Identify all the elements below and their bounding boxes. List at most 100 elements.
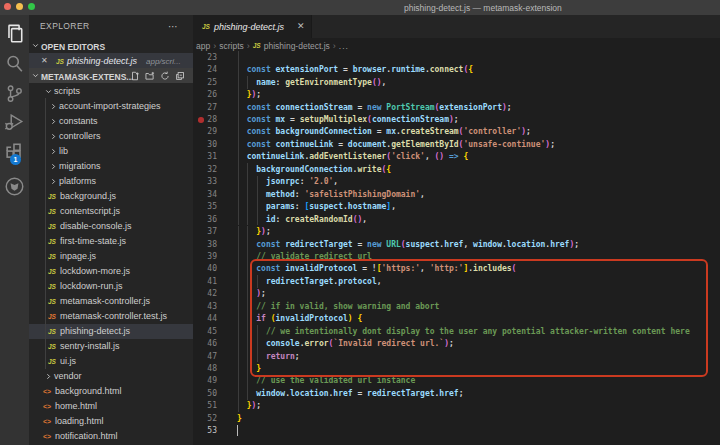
line-number[interactable]: 34 <box>193 190 217 199</box>
tree-item-loading-html[interactable]: <>loading.html <box>29 414 193 429</box>
code-line-52[interactable]: 52} <box>193 412 720 424</box>
line-number[interactable]: 52 <box>193 414 217 423</box>
line-number[interactable]: 47 <box>193 352 217 361</box>
code-line-23[interactable]: 23 <box>193 51 720 63</box>
tree-item-ui-js[interactable]: JSui.js <box>29 354 193 369</box>
tree-item-contentscript-js[interactable]: JScontentscript.js <box>29 204 193 219</box>
refresh-icon[interactable] <box>160 71 170 81</box>
tree-item-lockdown-run-js[interactable]: JSlockdown-run.js <box>29 279 193 294</box>
tree-item-label: platforms <box>59 176 96 186</box>
open-editor-item[interactable]: ✕ JS phishing-detect.js app/scri... <box>29 53 193 68</box>
line-number[interactable]: 37 <box>193 227 217 236</box>
tree-item-vendor[interactable]: vendor <box>29 369 193 384</box>
code-line-30[interactable]: 30 const continueLink = document.getElem… <box>193 138 720 150</box>
line-number[interactable]: 36 <box>193 215 217 224</box>
tree-item-inpage-js[interactable]: JSinpage.js <box>29 249 193 264</box>
line-number[interactable]: 45 <box>193 327 217 336</box>
tree-item-metamask-controller-test-js[interactable]: JSmetamask-controller.test.js <box>29 309 193 324</box>
workspace-header[interactable]: METAMASK-EXTENS... <box>29 68 193 83</box>
code-line-33[interactable]: 33 jsonrpc: '2.0', <box>193 176 720 188</box>
tree-item-notification-html[interactable]: <>notification.html <box>29 429 193 444</box>
sidebar: EXPLORER ⋯ OPEN EDITORS ✕ JS phishing-de… <box>29 15 193 445</box>
line-number[interactable]: 51 <box>193 401 217 410</box>
code-line-29[interactable]: 29 const backgroundConnection = mx.creat… <box>193 126 720 138</box>
tree-item-background-html[interactable]: <>background.html <box>29 384 193 399</box>
line-number[interactable]: 49 <box>193 376 217 385</box>
tree-item-account-import-strategies[interactable]: account-import-strategies <box>29 99 193 114</box>
tree-item-phishing-detect-js[interactable]: JSphishing-detect.js <box>29 324 193 339</box>
tree-item-sentry-install-js[interactable]: JSsentry-install.js <box>29 339 193 354</box>
line-number[interactable]: 24 <box>193 65 217 74</box>
tree-item-controllers[interactable]: controllers <box>29 129 193 144</box>
line-number[interactable]: 35 <box>193 202 217 211</box>
minimize-window-button[interactable] <box>16 3 23 10</box>
line-number[interactable]: 25 <box>193 78 217 87</box>
tree-item-scripts[interactable]: scripts <box>29 84 193 99</box>
line-number[interactable]: 27 <box>193 103 217 112</box>
line-number[interactable]: 53 <box>193 426 217 435</box>
tree-item-migrations[interactable]: migrations <box>29 159 193 174</box>
code-line-27[interactable]: 27 const connectionStream = new PortStre… <box>193 101 720 113</box>
close-window-button[interactable] <box>4 3 11 10</box>
line-number[interactable]: 39 <box>193 252 217 261</box>
line-number[interactable]: 38 <box>193 240 217 249</box>
explorer-icon[interactable] <box>4 23 25 44</box>
line-number[interactable]: 33 <box>193 177 217 186</box>
line-number[interactable]: 23 <box>193 53 217 62</box>
line-number[interactable]: 50 <box>193 389 217 398</box>
line-number[interactable]: 48 <box>193 364 217 373</box>
line-number[interactable]: 42 <box>193 289 217 298</box>
code-line-32[interactable]: 32 backgroundConnection.write({ <box>193 163 720 175</box>
tree-item-constants[interactable]: constants <box>29 114 193 129</box>
tree-item-platforms[interactable]: platforms <box>29 174 193 189</box>
new-file-icon[interactable] <box>130 71 140 81</box>
line-number[interactable]: 46 <box>193 339 217 348</box>
code-line-36[interactable]: 36 id: createRandomId(), <box>193 213 720 225</box>
code-line-50[interactable]: 50 window.location.href = redirectTarget… <box>193 387 720 399</box>
code-line-24[interactable]: 24 const extensionPort = browser.runtime… <box>193 64 720 76</box>
code-line-35[interactable]: 35 params: [suspect.hostname], <box>193 201 720 213</box>
html-file-icon: <> <box>43 388 51 395</box>
tree-item-metamask-controller-js[interactable]: JSmetamask-controller.js <box>29 294 193 309</box>
code-line-25[interactable]: 25 name: getEnvironmentType(), <box>193 76 720 88</box>
tree-item-first-time-state-js[interactable]: JSfirst-time-state.js <box>29 234 193 249</box>
line-number[interactable]: 32 <box>193 165 217 174</box>
code-line-34[interactable]: 34 method: 'safelistPhishingDomain', <box>193 188 720 200</box>
line-number[interactable]: 40 <box>193 264 217 273</box>
code-area[interactable]: 23 24 const extensionPort = browser.runt… <box>193 15 720 445</box>
tree-item-background-js[interactable]: JSbackground.js <box>29 189 193 204</box>
tree-item-lib[interactable]: lib <box>29 144 193 159</box>
code-line-31[interactable]: 31 continueLink.addEventListener('click'… <box>193 151 720 163</box>
code-line-49[interactable]: 49 // use the validated url instance <box>193 375 720 387</box>
breakpoint-icon[interactable] <box>198 117 204 123</box>
close-icon[interactable]: ✕ <box>41 56 48 65</box>
line-number[interactable]: 29 <box>193 127 217 136</box>
search-icon[interactable] <box>4 53 25 74</box>
code-line-53[interactable]: 53 <box>193 425 720 437</box>
code-line-51[interactable]: 51 }); <box>193 400 720 412</box>
line-number[interactable]: 28 <box>193 115 217 124</box>
line-number[interactable]: 43 <box>193 302 217 311</box>
source-control-icon[interactable] <box>4 83 25 104</box>
line-number[interactable]: 41 <box>193 277 217 286</box>
code-line-28[interactable]: 28 const mx = setupMultiplex(connectionS… <box>193 113 720 125</box>
code-line-37[interactable]: 37 }); <box>193 226 720 238</box>
code-line-38[interactable]: 38 const redirectTarget = new URL(suspec… <box>193 238 720 250</box>
code-line-26[interactable]: 26 }); <box>193 89 720 101</box>
new-folder-icon[interactable] <box>145 71 155 81</box>
collapse-all-icon[interactable] <box>175 71 185 81</box>
line-number[interactable]: 26 <box>193 90 217 99</box>
line-number[interactable]: 31 <box>193 152 217 161</box>
more-actions-icon[interactable]: ⋯ <box>168 21 179 32</box>
line-number[interactable]: 30 <box>193 140 217 149</box>
tree-item-home-html[interactable]: <>home.html <box>29 399 193 414</box>
metamask-icon[interactable] <box>4 176 25 197</box>
open-editors-header[interactable]: OPEN EDITORS <box>29 38 193 53</box>
tree-item-disable-console-js[interactable]: JSdisable-console.js <box>29 219 193 234</box>
line-number[interactable]: 44 <box>193 314 217 323</box>
zoom-window-button[interactable] <box>28 3 35 10</box>
run-debug-icon[interactable] <box>4 111 25 132</box>
tree-item-lockdown-more-js[interactable]: JSlockdown-more.js <box>29 264 193 279</box>
code-text: const extensionPort = browser.runtime.co… <box>237 65 473 74</box>
chevron-right-icon <box>49 132 58 141</box>
